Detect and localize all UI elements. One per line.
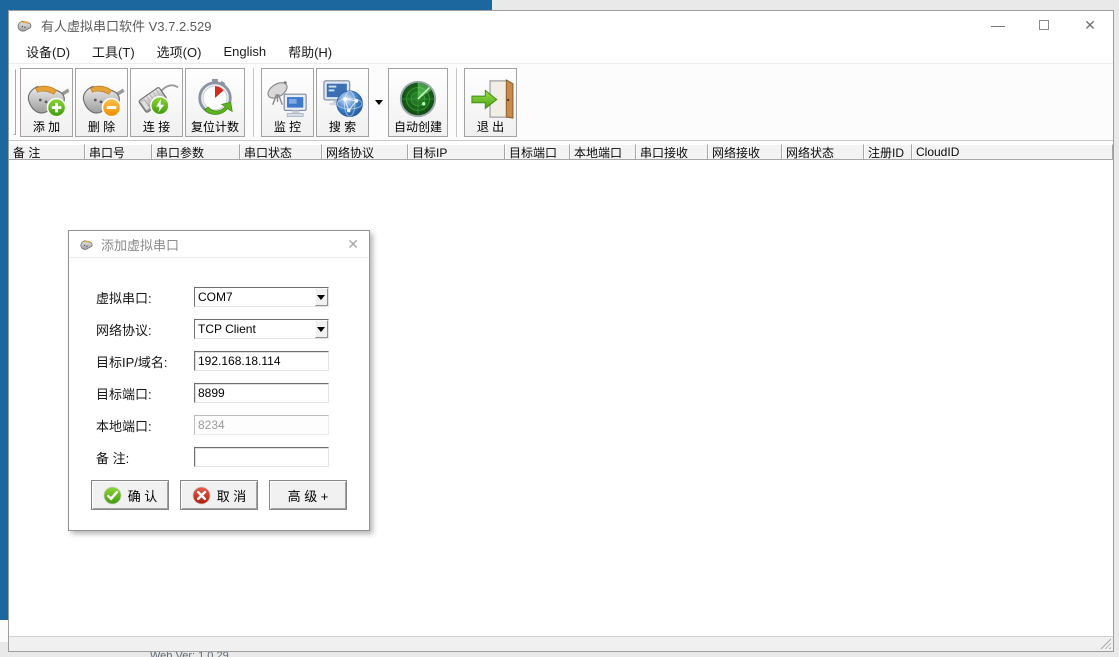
minimize-icon: — (991, 17, 1005, 33)
minimize-button[interactable]: — (975, 11, 1021, 39)
column-header-local-port[interactable]: 本地端口 (570, 144, 636, 160)
backdrop-bottom-left (0, 620, 8, 642)
network-search-icon (320, 78, 366, 120)
combo-dropdown-button[interactable] (315, 320, 328, 338)
dialog-close-icon[interactable]: ✕ (347, 236, 359, 253)
connect-lightning-icon (134, 78, 180, 120)
dialog-body: 虚拟串口: 网络协议: 目标IP/域名: 目标端口: 本地端口: 备 注: (69, 258, 369, 467)
resize-grip-icon[interactable] (1100, 638, 1111, 649)
exit-door-icon (468, 78, 514, 120)
local-port-label: 本地端口: (96, 416, 194, 435)
column-header-remark[interactable]: 备 注 (9, 144, 85, 160)
target-ip-label: 目标IP/域名: (96, 352, 194, 371)
close-icon: ✕ (1084, 17, 1096, 34)
maximize-button[interactable] (1021, 11, 1067, 39)
field-row-target-ip: 目标IP/域名: (69, 351, 369, 371)
toolbar-monitor-button[interactable]: 监 控 (261, 68, 314, 137)
column-header-net-status[interactable]: 网络状态 (782, 144, 864, 160)
dialog-buttons: 确 认 取 消 高 级 + (69, 480, 369, 510)
stopwatch-reset-icon (192, 78, 238, 120)
menu-tools[interactable]: 工具(T) (81, 39, 146, 63)
target-port-label: 目标端口: (96, 384, 194, 403)
port-table-header: 备 注串口号串口参数串口状态网络协议目标IP目标端口本地端口串口接收网络接收网络… (9, 144, 1113, 160)
dropdown-arrow-icon (375, 100, 383, 105)
confirm-icon (103, 486, 122, 505)
dropdown-arrow-icon (317, 327, 325, 332)
target-ip-input[interactable] (194, 351, 329, 371)
field-row-virtual-com: 虚拟串口: (69, 287, 369, 307)
target-port-input[interactable] (194, 383, 329, 403)
satellite-monitor-icon (265, 78, 311, 120)
toolbar-auto-create-button[interactable]: 自动创建 (388, 68, 448, 137)
toolbar-separator (253, 68, 255, 137)
search-dropdown-button[interactable] (371, 68, 386, 137)
column-header-protocol[interactable]: 网络协议 (322, 144, 408, 160)
advanced-button[interactable]: 高 级 + (269, 480, 347, 510)
window-controls: — ✕ (975, 11, 1113, 39)
column-header-com-status[interactable]: 串口状态 (240, 144, 322, 160)
cancel-button[interactable]: 取 消 (180, 480, 258, 510)
local-port-input (194, 415, 329, 435)
toolbar-reset-count-button[interactable]: 复位计数 (185, 68, 245, 137)
menu-english[interactable]: English (212, 39, 277, 63)
column-header-net-rx[interactable]: 网络接收 (708, 144, 782, 160)
menubar: 设备(D)工具(T)选项(O)English帮助(H) (9, 39, 1113, 63)
serial-remove-icon (79, 78, 125, 120)
protocol-label: 网络协议: (96, 320, 194, 339)
maximize-icon (1039, 20, 1049, 30)
field-row-local-port: 本地端口: (69, 415, 369, 435)
protocol-input[interactable] (195, 320, 315, 338)
field-row-protocol: 网络协议: (69, 319, 369, 339)
window-title: 有人虚拟串口软件 V3.7.2.529 (41, 16, 212, 35)
statusbar (9, 636, 1113, 651)
toolbar-delete-button[interactable]: 删 除 (75, 68, 128, 137)
virtual-com-input[interactable] (195, 288, 315, 306)
dropdown-arrow-icon (317, 295, 325, 300)
dialog-title: 添加虚拟串口 (101, 235, 179, 254)
toolbar-add-button[interactable]: 添 加 (20, 68, 73, 137)
field-row-remark: 备 注: (69, 447, 369, 467)
column-header-com-port[interactable]: 串口号 (85, 144, 152, 160)
confirm-button[interactable]: 确 认 (91, 480, 169, 510)
toolbar-search-button[interactable]: 搜 索 (316, 68, 369, 137)
virtual-com-label: 虚拟串口: (96, 288, 194, 307)
dialog-app-icon (79, 237, 94, 252)
toolbar-separator (456, 68, 458, 137)
radar-icon (395, 78, 441, 120)
app-icon (16, 17, 33, 34)
column-header-target-port[interactable]: 目标端口 (505, 144, 570, 160)
virtual-com-combobox (194, 287, 329, 307)
close-button[interactable]: ✕ (1067, 11, 1113, 39)
column-header-cloud-id[interactable]: CloudID (912, 144, 1113, 160)
column-header-reg-id[interactable]: 注册ID (864, 144, 912, 160)
column-header-serial-rx[interactable]: 串口接收 (636, 144, 708, 160)
menu-options[interactable]: 选项(O) (146, 39, 213, 63)
column-header-target-ip[interactable]: 目标IP (408, 144, 505, 160)
toolbar-connect-button[interactable]: 连 接 (130, 68, 183, 137)
window-titlebar: 有人虚拟串口软件 V3.7.2.529 — ✕ (9, 11, 1113, 39)
field-row-target-port: 目标端口: (69, 383, 369, 403)
menu-device[interactable]: 设备(D) (15, 39, 81, 63)
column-header-com-params[interactable]: 串口参数 (152, 144, 240, 160)
menu-help[interactable]: 帮助(H) (277, 39, 343, 63)
serial-add-icon (24, 78, 70, 120)
dialog-titlebar: 添加虚拟串口 ✕ (69, 231, 369, 258)
add-vcom-dialog: 添加虚拟串口 ✕ 虚拟串口: 网络协议: 目标IP/域名: 目标端口: 本地端口… (68, 230, 370, 531)
protocol-combobox (194, 319, 329, 339)
toolbar-gripper[interactable] (13, 69, 16, 135)
toolbar: 添 加 删 除 连 接 复位计数 监 控 搜 索 自动创建 退 出 (9, 63, 1113, 141)
remark-input[interactable] (194, 447, 329, 467)
cancel-icon (192, 486, 211, 505)
toolbar-exit-button[interactable]: 退 出 (464, 68, 517, 137)
combo-dropdown-button[interactable] (315, 288, 328, 306)
backdrop-blue-left (0, 0, 8, 620)
remark-label: 备 注: (96, 448, 194, 467)
